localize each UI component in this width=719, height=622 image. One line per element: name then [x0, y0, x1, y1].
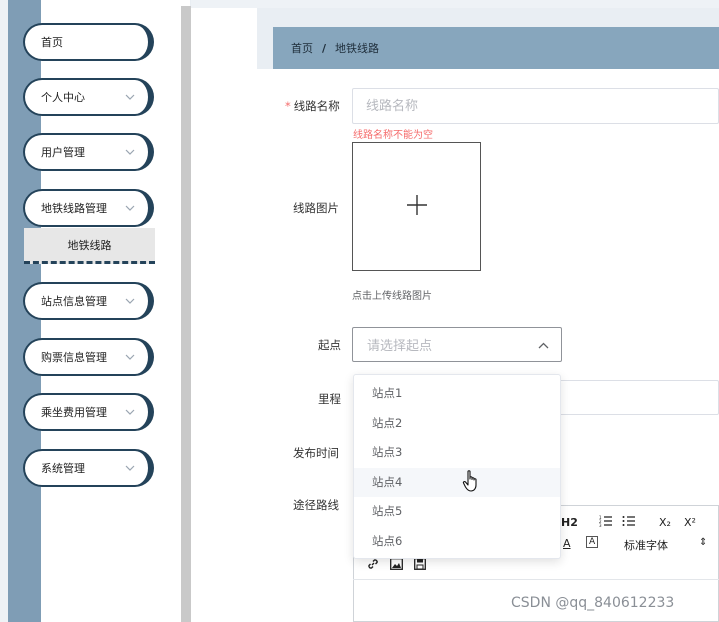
sidebar-item-user-management[interactable]: 用户管理 — [23, 133, 154, 171]
line-image-label: 线路图片 — [293, 201, 339, 215]
dropdown-option[interactable]: 站点3 — [354, 438, 560, 468]
dropdown-option[interactable]: 站点2 — [354, 409, 560, 439]
chevron-down-icon — [124, 462, 136, 474]
start-label: 起点 — [318, 338, 341, 352]
sidebar-item-label: 购票信息管理 — [41, 351, 107, 364]
line-name-input[interactable] — [352, 88, 719, 124]
chevron-down-icon — [124, 351, 136, 363]
font-color-button[interactable]: A — [563, 537, 571, 550]
watermark: CSDN @qq_840612233 — [511, 595, 675, 611]
image-uploader[interactable] — [352, 142, 481, 271]
chevron-down-icon — [124, 406, 136, 418]
editor-toolbar-divider — [353, 579, 719, 580]
breadcrumb: 首页 / 地铁线路 — [273, 27, 719, 69]
start-select-placeholder: 请选择起点 — [367, 339, 433, 354]
ordered-list-icon[interactable]: 123 — [599, 515, 613, 530]
line-name-label: * 线路名称 — [285, 99, 340, 113]
publish-time-label: 发布时间 — [293, 446, 339, 460]
superscript-button[interactable]: X² — [684, 516, 696, 529]
background-color-button[interactable]: A — [586, 536, 599, 548]
subscript-button[interactable]: X₂ — [659, 516, 671, 529]
sidebar-divider — [181, 6, 191, 622]
top-strip — [191, 0, 719, 8]
hand-cursor-icon — [462, 469, 480, 493]
breadcrumb-current: 地铁线路 — [335, 42, 380, 55]
sidebar-item-personal-center[interactable]: 个人中心 — [23, 78, 154, 116]
dropdown-option[interactable]: 站点1 — [354, 379, 560, 409]
sidebar-item-system-management[interactable]: 系统管理 — [23, 449, 154, 487]
content-left-gutter — [191, 0, 257, 622]
sidebar-item-ticket-info-management[interactable]: 购票信息管理 — [23, 338, 154, 376]
unordered-list-icon[interactable] — [622, 515, 636, 530]
chevron-down-icon — [124, 91, 136, 103]
link-icon[interactable] — [367, 558, 379, 573]
font-family-select-arrow: ⇕ — [699, 537, 708, 548]
upload-hint: 点击上传线路图片 — [352, 291, 432, 302]
mileage-input[interactable] — [558, 380, 719, 415]
sidebar-item-label: 个人中心 — [41, 91, 85, 104]
dropdown-option-hovered[interactable]: 站点4 — [354, 467, 560, 497]
sidebar-item-label: 用户管理 — [41, 146, 85, 159]
sidebar-item-label: 站点信息管理 — [41, 295, 107, 308]
sidebar-item-station-info-management[interactable]: 站点信息管理 — [23, 282, 154, 320]
sidebar-item-label: 乘坐费用管理 — [41, 406, 107, 419]
sidebar-item-label: 首页 — [41, 36, 63, 49]
chevron-down-icon — [124, 202, 136, 214]
sidebar-subitem-label: 地铁线路 — [67, 238, 112, 252]
font-family-select[interactable]: 标准字体 — [624, 537, 668, 553]
svg-text:3: 3 — [599, 523, 602, 527]
breadcrumb-separator: / — [322, 41, 327, 55]
image-icon[interactable] — [390, 558, 403, 573]
sidebar-subitem-subway-line[interactable]: 地铁线路 — [24, 228, 155, 264]
dropdown-option[interactable]: 站点6 — [354, 527, 560, 557]
required-mark: * — [285, 99, 291, 113]
sidebar-item-fare-management[interactable]: 乘坐费用管理 — [23, 393, 154, 431]
sidebar-item-subway-line-management[interactable]: 地铁线路管理 — [23, 189, 154, 227]
heading2-button[interactable]: H2 — [561, 516, 578, 529]
dropdown-option[interactable]: 站点5 — [354, 497, 560, 527]
sidebar-edge-strip — [0, 0, 8, 622]
chevron-up-icon — [538, 338, 549, 352]
plus-icon — [406, 194, 428, 219]
line-name-error: 线路名称不能为空 — [353, 130, 433, 141]
save-icon[interactable] — [414, 558, 426, 573]
route-label: 途径路线 — [293, 498, 339, 512]
sidebar-item-home[interactable]: 首页 — [23, 23, 154, 61]
chevron-down-icon — [124, 295, 136, 307]
sidebar-item-label: 地铁线路管理 — [41, 202, 107, 215]
mileage-label: 里程 — [318, 392, 341, 406]
sidebar-item-label: 系统管理 — [41, 462, 85, 475]
start-select[interactable]: 请选择起点 — [352, 327, 562, 362]
breadcrumb-home[interactable]: 首页 — [291, 40, 313, 56]
start-select-dropdown: 站点1 站点2 站点3 站点4 站点5 站点6 — [353, 374, 561, 559]
chevron-down-icon — [124, 146, 136, 158]
